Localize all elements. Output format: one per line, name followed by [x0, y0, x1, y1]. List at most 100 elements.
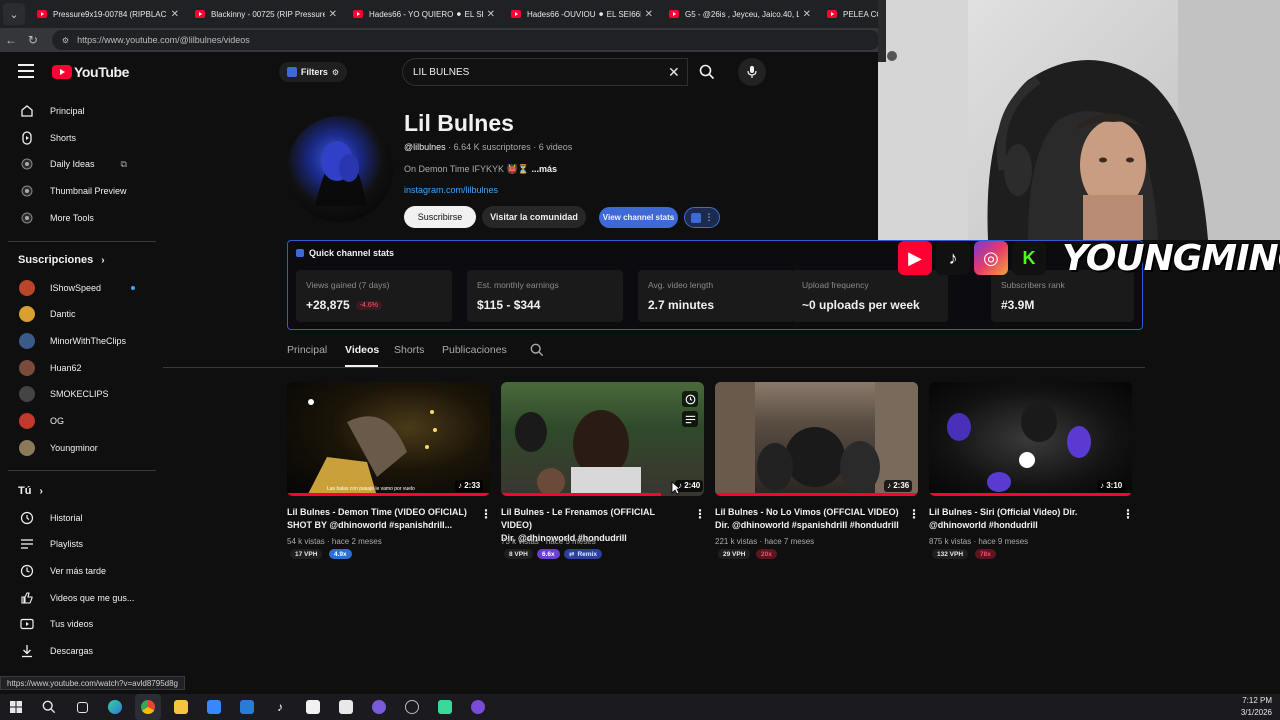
sidebar-item-principal[interactable]: Principal	[0, 98, 155, 124]
visit-community-button[interactable]: Visitar la comunidad	[482, 206, 586, 228]
back-icon[interactable]: ←	[0, 33, 22, 47]
subscribe-button[interactable]: Suscribirse	[404, 206, 476, 228]
tab-videos[interactable]: Videos	[345, 344, 379, 356]
subscription-smokeclips[interactable]: SMOKECLIPS	[0, 381, 155, 407]
subscription-og[interactable]: OG	[0, 408, 155, 434]
site-info-icon[interactable]: ⚙	[62, 36, 69, 45]
channel-external-link[interactable]: instagram.com/lilbulnes	[404, 185, 498, 195]
windows-start-icon[interactable]	[3, 694, 29, 720]
channel-description[interactable]: On Demon Time IFYKYK 👹⏳ ...más	[404, 164, 557, 175]
extension-menu-button[interactable]: ⋮	[684, 207, 720, 228]
discord-icon[interactable]	[432, 694, 458, 720]
channel-avatar[interactable]	[287, 116, 393, 222]
add-to-queue-button[interactable]	[682, 411, 698, 427]
subscription-minorwiththeclips[interactable]: MinorWithTheClips	[0, 328, 155, 354]
video-menu-icon[interactable]: ⋮	[1122, 507, 1134, 521]
tab-principal[interactable]: Principal	[287, 344, 327, 356]
extension-icon	[296, 249, 304, 257]
tab-search-icon[interactable]: ⌄	[3, 3, 25, 25]
stat-card-video-length: Avg. video length 2.7 minutes	[638, 270, 794, 322]
stat-change-badge: -4.6%	[355, 301, 383, 311]
browser-tab[interactable]: G5 - @26is , Jeyceu, Jaico.40, LilC ✕	[661, 3, 819, 25]
sidebar-item-historial[interactable]: Historial	[0, 505, 155, 531]
sidebar-item-label: IShowSpeed	[50, 283, 102, 293]
browser-tab[interactable]: Blackinny - 00725 (RIP Pressure 9x ✕	[187, 3, 345, 25]
thumbnail-caption: Las balas con pasaje le vamo por vuelo	[327, 486, 415, 492]
obs-recording-icon[interactable]	[366, 694, 392, 720]
reload-icon[interactable]: ↻	[22, 33, 44, 47]
video-title[interactable]: Lil Bulnes - Siri (Official Video) Dir. @…	[929, 506, 1114, 532]
file-explorer-icon[interactable]	[168, 694, 194, 720]
video-thumbnail[interactable]	[715, 382, 918, 496]
taskbar-search-icon[interactable]	[36, 694, 62, 720]
subscriptions-header[interactable]: Suscripciones ›	[18, 254, 105, 266]
filters-button[interactable]: Filters ⚙	[279, 62, 347, 82]
video-title[interactable]: Lil Bulnes - Demon Time (VIDEO OFICIAL) S…	[287, 506, 472, 532]
capcut-icon[interactable]	[300, 694, 326, 720]
clear-search-icon[interactable]: ✕	[668, 64, 680, 81]
watch-later-button[interactable]	[682, 391, 698, 407]
mail-icon[interactable]	[234, 694, 260, 720]
task-view-icon[interactable]	[69, 694, 95, 720]
sidebar-item-downloads[interactable]: Descargas	[0, 638, 155, 664]
url-field[interactable]: ⚙ https://www.youtube.com/@lilbulnes/vide…	[51, 30, 881, 50]
close-tab-icon[interactable]: ✕	[645, 9, 653, 20]
browser-tab[interactable]: Hades66 - YO QUIERO ⚫ EL SEI6 ✕	[345, 3, 503, 25]
subscription-youngminor[interactable]: Youngminor	[0, 435, 155, 461]
close-tab-icon[interactable]: ✕	[171, 9, 179, 20]
search-icon	[530, 343, 544, 357]
system-clock[interactable]: 7:12 PM 3/1/2026	[1241, 694, 1272, 719]
video-title[interactable]: Lil Bulnes - No Lo Vimos (OFFCIAL VIDEO)…	[715, 506, 900, 532]
tab-publicaciones[interactable]: Publicaciones	[442, 344, 507, 356]
like-icon	[20, 591, 34, 605]
stat-label: Est. monthly earnings	[477, 280, 559, 290]
hamburger-menu-icon[interactable]	[18, 64, 34, 78]
title-line: @dhinoworld #hondudrill	[929, 520, 1038, 530]
video-thumbnail[interactable]	[501, 382, 704, 496]
sidebar-item-watch-later[interactable]: Ver más tarde	[0, 558, 155, 584]
sidebar-item-label: Ver más tarde	[50, 566, 107, 576]
search-input[interactable]: LIL BULNES	[402, 58, 688, 86]
tiktok-app-icon[interactable]: ♪	[267, 694, 293, 720]
twitch-studio-icon[interactable]	[465, 694, 491, 720]
tab-title: Pressure9x19-00784 (RIPBLACKIN	[53, 9, 167, 19]
video-menu-icon[interactable]: ⋮	[908, 507, 920, 521]
store-icon[interactable]	[201, 694, 227, 720]
video-menu-icon[interactable]: ⋮	[694, 507, 706, 521]
close-tab-icon[interactable]: ✕	[329, 9, 337, 20]
search-icon	[699, 64, 715, 80]
view-channel-stats-button[interactable]: View channel stats	[599, 207, 678, 228]
tab-shorts[interactable]: Shorts	[394, 344, 424, 356]
sidebar-item-shorts[interactable]: Shorts	[0, 125, 155, 151]
sidebar-item-liked-videos[interactable]: Videos que me gus...	[0, 585, 155, 611]
mouse-cursor-icon	[671, 481, 682, 500]
settings-app-icon[interactable]	[399, 694, 425, 720]
more-link[interactable]: ...más	[531, 164, 557, 174]
sidebar-item-daily-ideas[interactable]: Daily Ideas ⧉	[0, 151, 155, 177]
browser-tab[interactable]: Pressure9x19-00784 (RIPBLACKIN ✕	[29, 3, 187, 25]
capcut-alt-icon[interactable]	[333, 694, 359, 720]
sidebar-item-your-videos[interactable]: Tus videos	[0, 611, 155, 637]
video-thumbnail[interactable]	[287, 382, 490, 496]
subscription-huan62[interactable]: Huan62	[0, 355, 155, 381]
video-menu-icon[interactable]: ⋮	[480, 507, 492, 521]
youtube-logo[interactable]: YouTube	[52, 64, 129, 80]
sidebar-item-thumbnail-preview[interactable]: Thumbnail Preview	[0, 178, 155, 204]
queue-icon	[685, 415, 695, 423]
voice-search-button[interactable]	[738, 58, 766, 86]
video-thumbnail[interactable]	[929, 382, 1132, 496]
chrome-icon[interactable]	[135, 694, 161, 720]
close-tab-icon[interactable]: ✕	[803, 9, 811, 20]
extension-icon	[690, 212, 701, 223]
sidebar-item-more-tools[interactable]: More Tools	[0, 205, 155, 231]
you-header[interactable]: Tú ›	[18, 485, 43, 497]
stat-card-views: Views gained (7 days) +28,875 -4.6%	[296, 270, 452, 322]
browser-tab[interactable]: Hades66 -OUVIOU ⚫ EL SEI66EI ✕	[503, 3, 661, 25]
sidebar-item-playlists[interactable]: Playlists	[0, 531, 155, 557]
search-button[interactable]	[690, 58, 724, 86]
duration-text: 3:10	[1106, 481, 1123, 490]
subscription-dantic[interactable]: Dantic	[0, 301, 155, 327]
edge-icon[interactable]	[102, 694, 128, 720]
close-tab-icon[interactable]: ✕	[487, 9, 495, 20]
channel-search-button[interactable]	[530, 343, 544, 362]
